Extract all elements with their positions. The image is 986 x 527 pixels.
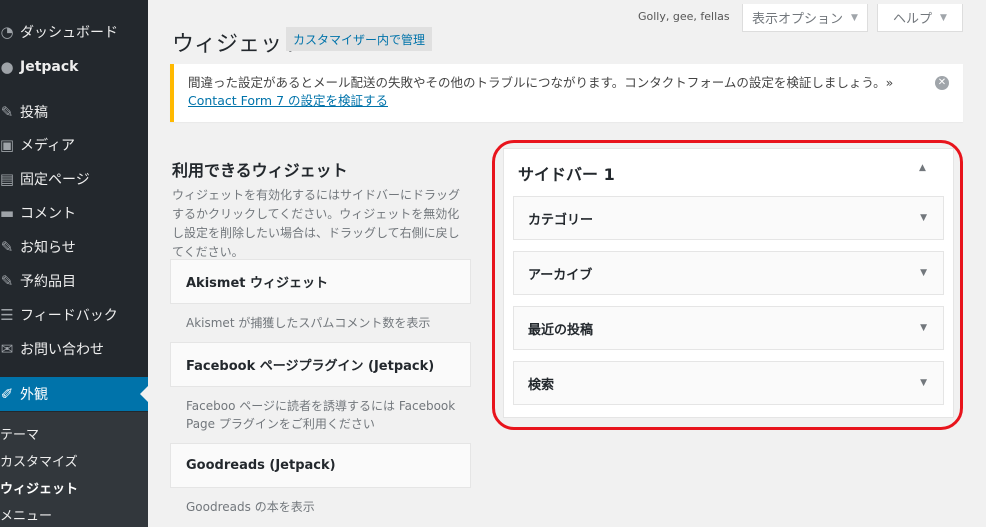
menu-item-label: フィードバック bbox=[20, 308, 118, 324]
menu-item-label: 投稿 bbox=[20, 105, 48, 121]
menu-item-label: 固定ページ bbox=[20, 172, 90, 188]
menu-item-feedback[interactable]: ☰ フィードバック bbox=[0, 298, 148, 332]
menu-item-label: ダッシュボード bbox=[20, 25, 118, 41]
page-icon: ▤ bbox=[0, 170, 15, 188]
menu-item-comments[interactable]: ▬ コメント bbox=[0, 196, 148, 230]
media-icon: ▣ bbox=[0, 136, 15, 154]
menu-item-label: 予約品目 bbox=[20, 274, 76, 290]
widget-description: Akismet が捕獲したスパムコメント数を表示 bbox=[186, 316, 431, 330]
pin-icon: ✎ bbox=[0, 272, 14, 290]
highlight-annotation bbox=[492, 140, 963, 430]
widget-description: Goodreads の本を表示 bbox=[186, 500, 315, 514]
brush-icon: ✐ bbox=[0, 385, 14, 403]
dashboard-icon: ◔ bbox=[0, 23, 14, 41]
jetpack-icon: ● bbox=[0, 58, 14, 76]
menu-item-label: Jetpack bbox=[20, 59, 79, 75]
available-widgets-description: ウィジェットを有効化するにはサイドバーにドラッグするかクリックしてください。ウィ… bbox=[172, 188, 461, 259]
available-widgets-title: 利用できるウィジェット bbox=[172, 161, 348, 180]
menu-item-label: お知らせ bbox=[20, 240, 76, 256]
comment-icon: ▬ bbox=[0, 204, 15, 222]
menu-item-label: 外観 bbox=[20, 387, 48, 403]
widget-description: Faceboo ページに読者を誘導するには Facebook Page プラグイ… bbox=[186, 399, 456, 431]
appearance-submenu: テーマ カスタマイズ ウィジェット メニュー bbox=[0, 412, 148, 527]
menu-item-dashboard[interactable]: ◔ ダッシュボード bbox=[0, 15, 148, 49]
submenu-item-themes[interactable]: テーマ bbox=[0, 424, 39, 443]
menu-item-label: コメント bbox=[20, 206, 76, 222]
submenu-item-widgets[interactable]: ウィジェット bbox=[0, 478, 78, 497]
notice-banner: 間違った設定があるとメール配送の失敗やその他のトラブルにつながります。コンタクト… bbox=[170, 64, 963, 122]
submenu-item-menus[interactable]: メニュー bbox=[0, 505, 52, 524]
username-label: Golly, gee, fellas bbox=[638, 10, 730, 23]
pin-icon: ✎ bbox=[0, 103, 14, 121]
widget-akismet[interactable]: Akismet ウィジェット bbox=[170, 259, 471, 304]
widget-goodreads[interactable]: Goodreads (Jetpack) bbox=[170, 443, 471, 488]
pin-icon: ✎ bbox=[0, 238, 14, 256]
screen-options-label: 表示オプション bbox=[752, 12, 844, 27]
screen-options-button[interactable]: 表示オプション ▼ bbox=[742, 4, 868, 32]
notice-link[interactable]: Contact Form 7 の設定を検証する bbox=[188, 93, 388, 108]
chevron-down-icon: ▼ bbox=[851, 12, 858, 23]
menu-item-jetpack[interactable]: ● Jetpack bbox=[0, 50, 148, 84]
menu-item-announcements[interactable]: ✎ お知らせ bbox=[0, 230, 148, 264]
help-label: ヘルプ bbox=[893, 12, 933, 27]
mail-icon: ✉ bbox=[0, 340, 14, 358]
menu-item-posts[interactable]: ✎ 投稿 bbox=[0, 95, 148, 129]
menu-item-pages[interactable]: ▤ 固定ページ bbox=[0, 162, 148, 196]
active-indicator bbox=[140, 386, 148, 402]
menu-item-media[interactable]: ▣ メディア bbox=[0, 128, 148, 162]
help-button[interactable]: ヘルプ ▼ bbox=[877, 4, 963, 32]
widget-facebook-page-plugin[interactable]: Facebook ページプラグイン (Jetpack) bbox=[170, 342, 471, 387]
admin-sidebar: ◔ ダッシュボード ● Jetpack ✎ 投稿 ▣ メディア ▤ 固定ページ … bbox=[0, 0, 148, 527]
menu-item-contact[interactable]: ✉ お問い合わせ bbox=[0, 332, 148, 366]
page-title: ウィジェット bbox=[172, 32, 305, 57]
dismiss-icon[interactable]: ✕ bbox=[935, 76, 949, 90]
manage-in-customizer-button[interactable]: カスタマイザー内で管理 bbox=[286, 27, 433, 51]
notice-text: 間違った設定があるとメール配送の失敗やその他のトラブルにつながります。コンタクト… bbox=[188, 75, 894, 90]
menu-item-label: お問い合わせ bbox=[20, 342, 104, 358]
menu-item-label: メディア bbox=[20, 138, 76, 154]
submenu-item-customize[interactable]: カスタマイズ bbox=[0, 451, 78, 470]
chevron-down-icon: ▼ bbox=[940, 12, 947, 23]
list-icon: ☰ bbox=[0, 306, 14, 324]
menu-item-appearance[interactable]: ✐ 外観 bbox=[0, 377, 148, 411]
menu-item-reservations[interactable]: ✎ 予約品目 bbox=[0, 264, 148, 298]
